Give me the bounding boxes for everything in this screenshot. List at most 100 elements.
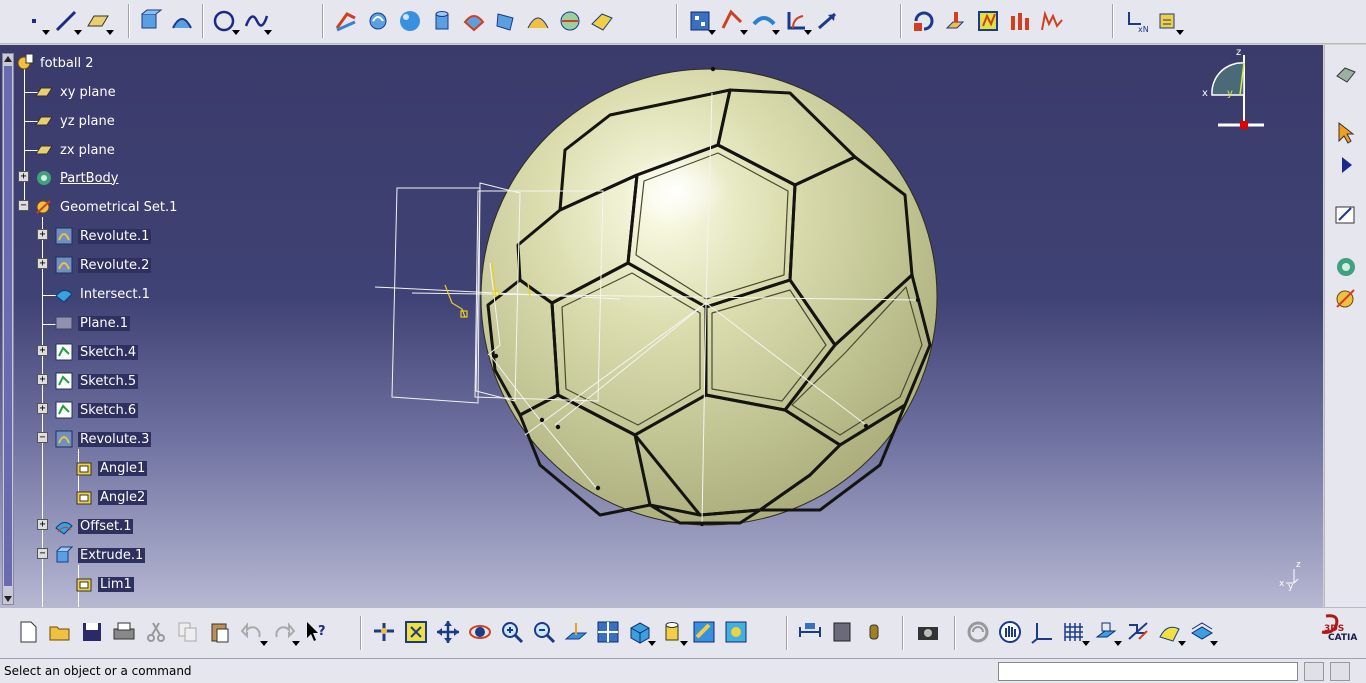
multi-view-button[interactable]: [592, 616, 624, 648]
fit-all-button[interactable]: [400, 616, 432, 648]
pan-button[interactable]: [432, 616, 464, 648]
cylinder-button[interactable]: [426, 5, 458, 37]
fill-button[interactable]: [458, 5, 490, 37]
tree-item-lim1[interactable]: Lim1: [74, 572, 134, 596]
exit-workbench-button[interactable]: [1330, 59, 1362, 91]
cut-button[interactable]: [140, 616, 172, 648]
body-button[interactable]: [1330, 251, 1362, 283]
lamp-button[interactable]: [858, 616, 890, 648]
offset-button[interactable]: [330, 5, 362, 37]
multi-section-button[interactable]: [490, 5, 522, 37]
tree-item-plane-1[interactable]: Plane.1: [54, 311, 131, 335]
render-style-button[interactable]: [1154, 616, 1186, 648]
tree-item-extrude-1[interactable]: Extrude.1: [54, 543, 146, 567]
join-button[interactable]: [554, 5, 586, 37]
scroll-thumb[interactable]: [4, 66, 12, 586]
tree-item-sketch-6[interactable]: Sketch.6: [54, 398, 139, 422]
rotate-view-button[interactable]: [464, 616, 496, 648]
zoom-in-button[interactable]: [496, 616, 528, 648]
measure-button[interactable]: [794, 616, 826, 648]
expand-toolbar-button[interactable]: [1330, 149, 1362, 181]
sweep-button[interactable]: [362, 5, 394, 37]
expand-sketch-6-icon[interactable]: +: [37, 403, 48, 414]
open-button[interactable]: [44, 616, 76, 648]
point-button[interactable]: [18, 5, 50, 37]
fly-button[interactable]: [368, 616, 400, 648]
new-button[interactable]: [12, 616, 44, 648]
trim-button[interactable]: [684, 5, 716, 37]
tree-item-geometrical-set[interactable]: Geometrical Set.1: [34, 195, 179, 219]
expand-partbody-icon[interactable]: +: [18, 171, 29, 182]
expand-revolute-1-icon[interactable]: +: [37, 229, 48, 240]
snap-button[interactable]: [1122, 616, 1154, 648]
tree-item-revolute-3[interactable]: Revolute.3: [54, 427, 152, 451]
redo-button[interactable]: [268, 616, 300, 648]
spline-button[interactable]: [240, 5, 272, 37]
work-on-support-button[interactable]: [1090, 616, 1122, 648]
collapse-geometrical-set-icon[interactable]: −: [18, 200, 29, 211]
axis-system-button[interactable]: xN: [1120, 5, 1152, 37]
layer-button[interactable]: [1186, 616, 1218, 648]
grid-button[interactable]: [1058, 616, 1090, 648]
grab-button[interactable]: [994, 616, 1026, 648]
tree-item-xy-plane[interactable]: xy plane: [34, 80, 118, 104]
scroll-down-arrow-icon[interactable]: [4, 596, 12, 602]
scale-button[interactable]: [972, 5, 1004, 37]
normal-view-button[interactable]: [560, 616, 592, 648]
extract-button[interactable]: [748, 5, 780, 37]
plane-button[interactable]: [82, 5, 114, 37]
shading-button[interactable]: [656, 616, 688, 648]
tree-item-sketch-5[interactable]: Sketch.5: [54, 369, 139, 393]
expand-sketch-4-icon[interactable]: +: [37, 345, 48, 356]
extrude-button[interactable]: [134, 5, 166, 37]
tree-item-revolute-2[interactable]: Revolute.2: [54, 253, 152, 277]
revolve-button[interactable]: [166, 5, 198, 37]
undo-button[interactable]: [236, 616, 268, 648]
copy-button[interactable]: [172, 616, 204, 648]
tree-item-partbody[interactable]: PartBody: [34, 166, 120, 190]
save-button[interactable]: [76, 616, 108, 648]
translate-button[interactable]: [812, 5, 844, 37]
circle-button[interactable]: [208, 5, 240, 37]
tree-item-offset-1[interactable]: Offset.1: [54, 514, 134, 538]
symmetry-button[interactable]: [940, 5, 972, 37]
update-button[interactable]: [962, 616, 994, 648]
collapse-revolute-3-icon[interactable]: −: [37, 432, 48, 443]
3d-viewport[interactable]: fotball 2 xy plane yz plane zx plane + P…: [0, 45, 1323, 607]
expand-offset-1-icon[interactable]: +: [37, 519, 48, 530]
expand-revolute-2-icon[interactable]: +: [37, 258, 48, 269]
boundary-button[interactable]: [716, 5, 748, 37]
scroll-up-arrow-icon[interactable]: [4, 56, 12, 62]
tree-root[interactable]: fotball 2: [14, 51, 95, 75]
iso-view-button[interactable]: [624, 616, 656, 648]
tree-item-angle2[interactable]: Angle2: [74, 485, 148, 509]
tree-item-intersect-1[interactable]: Intersect.1: [54, 282, 152, 306]
tree-scrollbar[interactable]: [2, 53, 14, 605]
axis-button[interactable]: [1026, 616, 1058, 648]
swap-visible-button[interactable]: [720, 616, 752, 648]
blend-button[interactable]: [522, 5, 554, 37]
rotate-button[interactable]: [908, 5, 940, 37]
status-button-2[interactable]: [1330, 662, 1350, 681]
command-input[interactable]: [998, 662, 1298, 681]
expand-sketch-5-icon[interactable]: +: [37, 374, 48, 385]
knowledge-button[interactable]: [1152, 5, 1184, 37]
tree-item-zx-plane[interactable]: zx plane: [34, 138, 117, 162]
capture-button[interactable]: [912, 616, 944, 648]
print-button[interactable]: [108, 616, 140, 648]
select-button[interactable]: [1330, 117, 1362, 149]
tree-item-yz-plane[interactable]: yz plane: [34, 109, 117, 133]
geometrical-set-button[interactable]: [1330, 283, 1362, 315]
tree-item-angle1[interactable]: Angle1: [74, 456, 148, 480]
fillet-button[interactable]: [780, 5, 812, 37]
compass[interactable]: z x y: [1196, 45, 1272, 135]
hide-show-button[interactable]: [688, 616, 720, 648]
collapse-extrude-1-icon[interactable]: −: [37, 548, 48, 559]
paste-button[interactable]: [204, 616, 236, 648]
apply-material-button[interactable]: [826, 616, 858, 648]
status-button-1[interactable]: [1304, 662, 1324, 681]
whats-this-button[interactable]: ?: [300, 616, 332, 648]
tree-item-sketch-4[interactable]: Sketch.4: [54, 340, 139, 364]
zoom-out-button[interactable]: [528, 616, 560, 648]
split-button[interactable]: [586, 5, 618, 37]
